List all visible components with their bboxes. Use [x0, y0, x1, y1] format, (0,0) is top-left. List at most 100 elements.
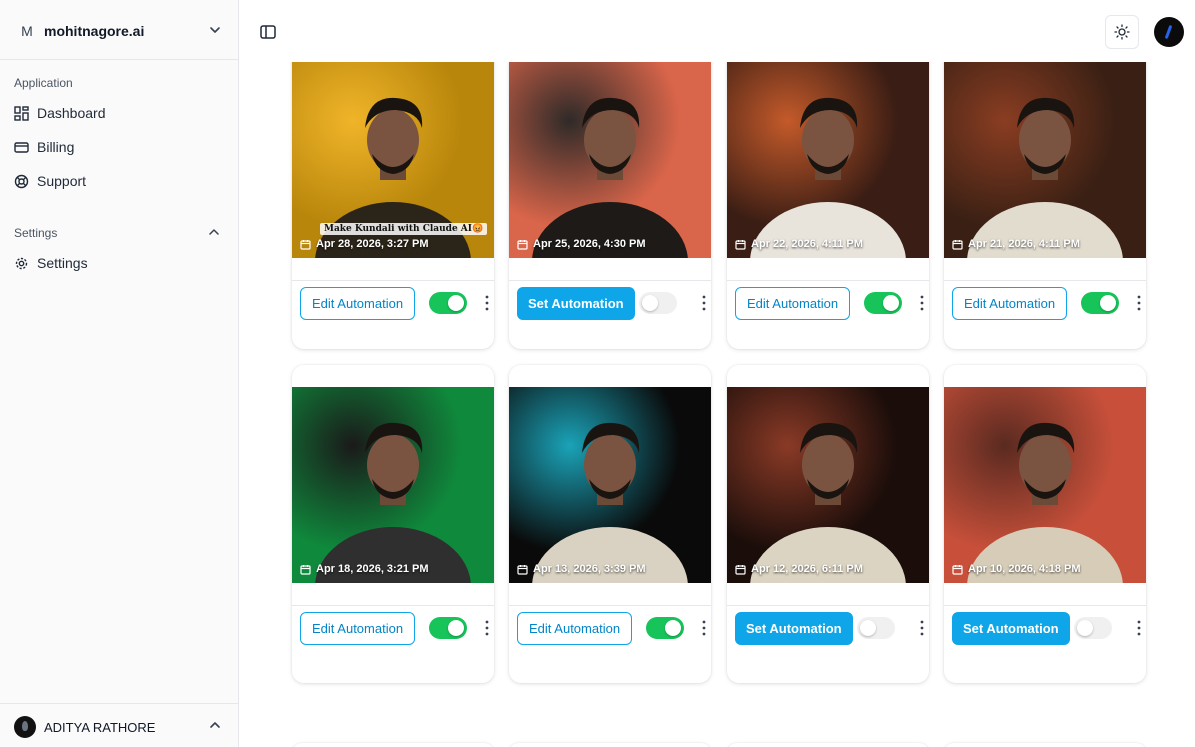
card-divider	[727, 280, 929, 281]
group-label-application: Application	[14, 76, 73, 90]
posts-grid: Make Kundali with Claude AI😡 Apr 28, 2026…	[240, 62, 1195, 747]
calendar-icon	[735, 239, 746, 250]
post-card: Apr 13, 2026, 3:39 PM Edit Automation	[509, 365, 711, 683]
toggle-knob	[1077, 620, 1093, 636]
post-date: Apr 28, 2026, 3:27 PM	[300, 238, 429, 250]
chevron-up-icon[interactable]	[208, 226, 220, 238]
person-image	[532, 97, 688, 258]
more-options-icon[interactable]	[480, 293, 494, 313]
set-automation-button[interactable]: Set Automation	[735, 612, 853, 645]
edit-automation-button[interactable]: Edit Automation	[735, 287, 851, 320]
lifebuoy-icon	[14, 174, 29, 188]
post-card	[944, 743, 1146, 747]
toggle-knob	[642, 295, 658, 311]
automation-toggle[interactable]	[864, 292, 902, 314]
calendar-icon	[300, 239, 311, 250]
more-options-icon[interactable]	[1132, 618, 1146, 638]
sidebar-toggle-icon[interactable]	[258, 22, 278, 42]
sidebar-item-support[interactable]: Support	[6, 166, 232, 196]
workspace-switcher[interactable]: M mohitnagore.ai	[8, 13, 232, 49]
more-options-icon[interactable]	[915, 618, 929, 638]
sun-icon	[1114, 24, 1130, 40]
post-thumbnail[interactable]: Make Kundali with Claude AI😡 Apr 28, 2026…	[292, 62, 494, 258]
post-thumbnail[interactable]: Apr 10, 2026, 4:18 PM	[944, 387, 1146, 583]
post-thumbnail[interactable]: Apr 21, 2026, 4:11 PM	[944, 62, 1146, 258]
automation-toggle[interactable]	[429, 292, 467, 314]
chevron-up-icon	[210, 722, 220, 728]
post-thumbnail[interactable]: Apr 25, 2026, 4:30 PM	[509, 62, 711, 258]
post-date: Apr 18, 2026, 3:21 PM	[300, 563, 429, 575]
avatar	[14, 716, 36, 738]
user-menu[interactable]: ADITYA RATHORE	[6, 710, 232, 744]
automation-toggle[interactable]	[429, 617, 467, 639]
automation-toggle[interactable]	[1081, 292, 1119, 314]
automation-toggle[interactable]	[1074, 617, 1112, 639]
edit-automation-button[interactable]: Edit Automation	[300, 612, 416, 645]
post-card	[509, 743, 711, 747]
calendar-icon	[735, 564, 746, 575]
more-options-icon[interactable]	[697, 293, 711, 313]
post-date-text: Apr 10, 2026, 4:18 PM	[968, 563, 1081, 575]
person-image	[315, 422, 471, 583]
post-date: Apr 13, 2026, 3:39 PM	[517, 563, 646, 575]
post-card: Apr 25, 2026, 4:30 PM Set Automation	[509, 62, 711, 349]
workspace-avatar: M	[21, 23, 33, 39]
more-options-icon[interactable]	[480, 618, 494, 638]
sidebar-item-dashboard[interactable]: Dashboard	[6, 98, 232, 128]
more-options-icon[interactable]	[697, 618, 711, 638]
automation-toggle[interactable]	[857, 617, 895, 639]
card-divider	[944, 605, 1146, 606]
post-date-text: Apr 18, 2026, 3:21 PM	[316, 563, 429, 575]
more-options-icon[interactable]	[915, 293, 929, 313]
sidebar-item-label: Dashboard	[37, 105, 106, 121]
person-image	[532, 422, 688, 583]
automation-toggle[interactable]	[646, 617, 684, 639]
post-thumbnail[interactable]: Apr 12, 2026, 6:11 PM	[727, 387, 929, 583]
sidebar-divider	[0, 703, 239, 704]
set-automation-button[interactable]: Set Automation	[517, 287, 635, 320]
post-thumbnail[interactable]: Apr 18, 2026, 3:21 PM	[292, 387, 494, 583]
calendar-icon	[300, 564, 311, 575]
post-card	[727, 743, 929, 747]
post-caption: Make Kundali with Claude AI😡	[320, 223, 488, 235]
card-divider	[727, 605, 929, 606]
chevron-down-icon	[210, 27, 220, 33]
set-automation-button[interactable]: Set Automation	[952, 612, 1070, 645]
post-date: Apr 21, 2026, 4:11 PM	[952, 238, 1080, 250]
post-date-text: Apr 12, 2026, 6:11 PM	[751, 563, 863, 575]
post-card: Apr 22, 2026, 4:11 PM Edit Automation	[727, 62, 929, 349]
automation-toggle[interactable]	[639, 292, 677, 314]
more-options-icon[interactable]	[1132, 293, 1146, 313]
post-card: Apr 12, 2026, 6:11 PM Set Automation	[727, 365, 929, 683]
profile-avatar[interactable]	[1154, 17, 1184, 47]
post-card: Make Kundali with Claude AI😡 Apr 28, 2026…	[292, 62, 494, 349]
post-date-text: Apr 25, 2026, 4:30 PM	[533, 238, 646, 250]
gear-icon	[15, 257, 28, 269]
edit-automation-button[interactable]: Edit Automation	[300, 287, 416, 320]
person-image	[967, 422, 1123, 583]
card-divider	[944, 280, 1146, 281]
sidebar-item-billing[interactable]: Billing	[6, 132, 232, 162]
post-date: Apr 25, 2026, 4:30 PM	[517, 238, 646, 250]
toggle-knob	[1100, 295, 1116, 311]
calendar-icon	[952, 564, 963, 575]
person-image	[750, 422, 906, 583]
card-divider	[292, 605, 494, 606]
post-card: Apr 10, 2026, 4:18 PM Set Automation	[944, 365, 1146, 683]
card-divider	[292, 280, 494, 281]
post-date-text: Apr 21, 2026, 4:11 PM	[968, 238, 1080, 250]
theme-toggle-button[interactable]	[1105, 15, 1139, 49]
calendar-icon	[517, 564, 528, 575]
post-date: Apr 22, 2026, 4:11 PM	[735, 238, 863, 250]
dashboard-icon	[14, 105, 29, 121]
edit-automation-button[interactable]: Edit Automation	[517, 612, 633, 645]
post-date-text: Apr 22, 2026, 4:11 PM	[751, 238, 863, 250]
post-thumbnail[interactable]: Apr 13, 2026, 3:39 PM	[509, 387, 711, 583]
person-image	[967, 97, 1123, 258]
workspace-name: mohitnagore.ai	[44, 23, 145, 39]
edit-automation-button[interactable]: Edit Automation	[952, 287, 1068, 320]
sidebar-item-label: Support	[37, 173, 87, 189]
toggle-knob	[448, 295, 464, 311]
sidebar-item-settings[interactable]: Settings	[6, 248, 232, 278]
post-thumbnail[interactable]: Apr 22, 2026, 4:11 PM	[727, 62, 929, 258]
